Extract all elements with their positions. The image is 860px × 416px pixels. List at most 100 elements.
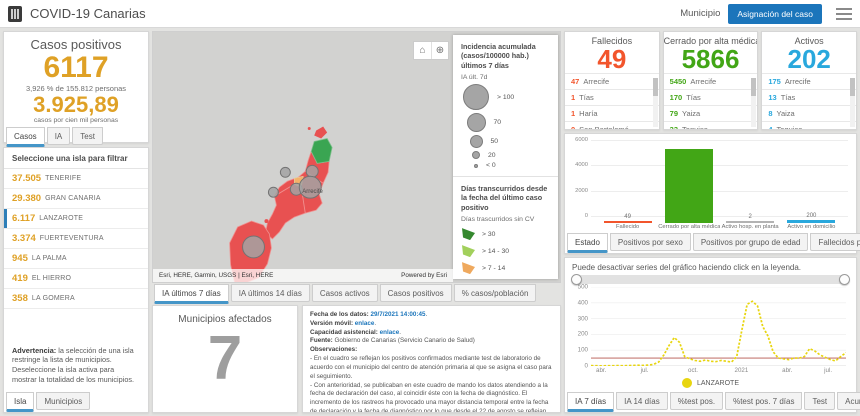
stat-card-fallecidos: Fallecidos4947Arrecife1Tías1Haría0San Ba…	[564, 31, 660, 130]
info-link[interactable]: enlace	[355, 320, 375, 327]
timeseries-svg[interactable]	[591, 287, 846, 366]
legend-day-item: > 7 - 14	[462, 262, 551, 275]
bar-column-cerrado-por-alta-medica[interactable]	[661, 148, 717, 223]
stat-row-label: Arrecife	[690, 77, 717, 87]
legend-circle	[472, 151, 480, 160]
y-axis-tick: 300	[577, 315, 588, 323]
map-ia-symbol[interactable]	[267, 186, 279, 198]
series-tab-test[interactable]: Test	[804, 392, 836, 410]
map-tab-ia-ultimos-7-dias[interactable]: IA últimos 7 días	[154, 284, 229, 304]
map-tab-casos-activos[interactable]: Casos activos	[311, 284, 378, 302]
scrollbar-thumb[interactable]	[751, 78, 757, 96]
estado-tabs: Estado Positivos por sexo Positivos por gr…	[565, 232, 860, 253]
island-row-la-gomera[interactable]: 358 LA GOMERA	[4, 289, 148, 309]
series-tab-test-pos-7-dias[interactable]: %test pos. 7 días	[725, 392, 803, 410]
map-ia-symbol[interactable]	[279, 166, 291, 178]
estado-tab-positivos-por-sexo[interactable]: Positivos por sexo	[609, 233, 691, 251]
slider-handle-right[interactable]	[839, 274, 850, 285]
bar-column-activo-hosp-en-planta[interactable]: 2	[722, 214, 778, 223]
x-axis-tick: 2021	[734, 367, 749, 374]
island-row-fuerteventura[interactable]: 3.374 FUERTEVENTURA	[4, 229, 148, 249]
y-axis-tick: 100	[577, 346, 588, 354]
bar-column-fallecido[interactable]: 49	[600, 214, 656, 223]
stat-card-scrollbar[interactable]	[751, 78, 757, 127]
stat-row-label: San Bartolomé	[579, 125, 629, 129]
legend-circle-label: 20	[488, 151, 496, 159]
timeseries-chart[interactable]: 0 100 200 300 400 500	[578, 284, 846, 370]
stat-row-label: Tías	[579, 93, 594, 103]
map-place-label: Arrecife	[302, 189, 323, 195]
info-link[interactable]: 29/7/2021 14:00:45	[371, 311, 426, 318]
island-row-tenerife[interactable]: 37.505 TENERIFE	[4, 169, 148, 189]
tab-isla[interactable]: Isla	[6, 392, 35, 412]
dashboard: COVID-19 Canarias Municipio Asignación d…	[0, 0, 860, 416]
time-range-slider[interactable]	[571, 274, 850, 285]
default-extent-icon[interactable]: ⊕	[431, 42, 448, 59]
map-ia-symbol-la-oliva[interactable]	[242, 235, 265, 259]
timeseries-legend[interactable]: LANZAROTE	[565, 376, 856, 391]
legend-circle	[474, 163, 478, 168]
assign-case-button[interactable]: Asignación del caso	[728, 3, 822, 24]
legend-days-title: Días transcurridos desde la fecha del úl…	[461, 184, 548, 212]
island-row-la-palma[interactable]: 945 LA PALMA	[4, 249, 148, 269]
legend-day-item: > 14 - 30	[462, 245, 551, 258]
tab-test[interactable]: Test	[72, 126, 103, 145]
stat-card-scrollbar[interactable]	[850, 78, 856, 127]
island-row-el-hierro[interactable]: 419 EL HIERRO	[4, 269, 148, 289]
map[interactable]: Arrecife ⌂ ⊕ Incidencia acumulada (casos/…	[152, 31, 561, 283]
stat-card-list: 175Arrecife13Tías8Yaiza4Teguise	[762, 73, 857, 129]
stat-row-haria: 1 Haría	[565, 105, 659, 121]
series-tab-test-pos[interactable]: %test pos.	[669, 392, 724, 410]
bar-column-activo-en-domicilio[interactable]: 200	[783, 213, 839, 223]
series-line-lanzarote[interactable]	[591, 300, 846, 366]
series-tab-ia-7-dias[interactable]: IA 7 días	[567, 392, 615, 412]
affected-municipalities-panel: Municipios afectados 7	[152, 305, 298, 413]
estado-tab-estado[interactable]: Estado	[567, 233, 608, 253]
estado-tab-positivos-por-grupo-de-edad[interactable]: Positivos por grupo de edad	[692, 233, 809, 251]
x-axis-tick: abr.	[782, 367, 793, 374]
info-line: Versión móvil: enlace.	[310, 320, 553, 329]
bar-activo-hosp-en-planta[interactable]	[726, 221, 775, 223]
series-legend-label: LANZAROTE	[696, 379, 739, 387]
stat-card-scrollbar[interactable]	[652, 78, 658, 127]
estado-tab-fallecidos-por-edad-y-sexo[interactable]: Fallecidos por edad y sexo	[810, 233, 860, 251]
series-tab-ia-14-dias[interactable]: IA 14 días	[616, 392, 668, 410]
menu-icon[interactable]	[836, 7, 852, 20]
tab-ia[interactable]: IA	[46, 126, 71, 145]
info-link[interactable]: enlace	[380, 329, 400, 336]
tab-casos[interactable]: Casos	[6, 126, 45, 147]
island-warning: Advertencia: la selección de una isla re…	[4, 340, 148, 391]
info-line-label: Versión móvil:	[310, 319, 355, 327]
scrollbar-thumb[interactable]	[850, 78, 856, 96]
island-row-gran-canaria[interactable]: 29.380 GRAN CANARIA	[4, 189, 148, 209]
island-label: EL HIERRO	[31, 275, 72, 282]
scrollbar-thumb[interactable]	[652, 78, 658, 96]
x-axis-tick: abr.	[596, 367, 607, 374]
map-tab-ia-ultimos-14-dias[interactable]: IA últimos 14 días	[230, 284, 310, 302]
bar-fallecido[interactable]	[603, 221, 652, 223]
island-row-lanzarote[interactable]: 6.117 LANZAROTE	[4, 209, 148, 229]
info-line-text: Gobierno de Canarias (Servicio Canario d…	[332, 337, 475, 345]
bar-activo-en-domicilio[interactable]	[787, 220, 836, 223]
island-value: 358	[12, 293, 28, 304]
estado-chart-panel: 0 2000 4000 6000 49 2 200 Fallecido Cerrado por…	[564, 133, 860, 254]
map-ia-symbol[interactable]	[305, 164, 319, 178]
bar-cerrado-por-alta-medica[interactable]	[664, 148, 713, 223]
affected-municipalities-title: Municipios afectados	[178, 314, 272, 325]
stat-row-label: Arrecife	[583, 77, 610, 87]
stat-row-label: Arrecife	[784, 77, 811, 87]
legend-days-subtitle: Días trascurridos sin CV	[461, 216, 535, 224]
series-tab-acumulado[interactable]: Acumulado	[837, 392, 860, 410]
legend-circle	[469, 135, 483, 149]
legend-day-item: > 30	[462, 228, 551, 241]
affected-municipalities-value: 7	[207, 324, 243, 393]
map-tab-casos-positivos[interactable]: Casos positivos	[379, 284, 452, 302]
island-label: LA PALMA	[31, 255, 67, 262]
tab-municipios[interactable]: Municipios	[36, 392, 91, 410]
legend-day-shape	[462, 245, 475, 258]
stat-row-label: Tías	[686, 93, 701, 103]
home-icon[interactable]: ⌂	[414, 42, 431, 59]
map-tab-casos-poblacion[interactable]: % casos/población	[453, 284, 537, 302]
info-line-text: .	[399, 328, 402, 336]
stat-row-value: 13	[768, 93, 777, 103]
